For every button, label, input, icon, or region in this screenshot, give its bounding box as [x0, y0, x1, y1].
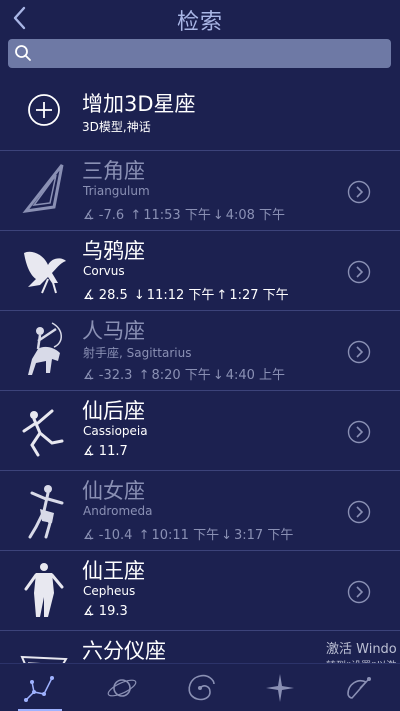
andromeda-figure-icon [28, 485, 64, 539]
header-bar: 检索 [0, 0, 400, 36]
set-time: 3:17 下午 [234, 528, 294, 543]
constellation-name: 六分仪座 [82, 639, 166, 663]
list-item[interactable]: 人马座 射手座, Sagittarius ∡ -32.3 ↑ 8:20 下午 ↓ 4:… [0, 310, 400, 390]
chevron-right-circle-icon[interactable] [347, 580, 371, 604]
chevron-right-circle-icon[interactable] [347, 500, 371, 524]
rise-time: 10:11 下午 [151, 528, 220, 543]
list-item[interactable]: 乌鸦座 Corvus ∡ 28.5 ↓ 11:12 下午 ↑ 1:27 下午 [0, 230, 400, 310]
altitude-icon: ∡ [83, 604, 95, 619]
constellation-latin-name: Corvus [83, 264, 125, 278]
chevron-right-circle-icon[interactable] [347, 420, 371, 444]
constellation-name: 仙女座 [82, 479, 145, 503]
constellation-latin-name: Cepheus [83, 584, 136, 598]
altitude-value: -7.6 [98, 208, 125, 223]
altitude-icon: ∡ [83, 368, 95, 383]
rise-time: 11:53 下午 [143, 208, 211, 223]
constellation-list: 三角座 Triangulum ∡ -7.6 ↑ 11:53 下午 ↓ 4:08 下午 … [0, 150, 400, 710]
altitude-icon: ∡ [83, 208, 95, 223]
list-item[interactable]: 三角座 Triangulum ∡ -7.6 ↑ 11:53 下午 ↓ 4:08 下午 [0, 150, 400, 230]
add-3d-constellation-item[interactable]: 增加3D星座 3D模型,神话 [0, 72, 400, 150]
cassiopeia-figure-icon [22, 409, 64, 457]
set-arrow-icon: ↓ [212, 368, 224, 383]
constellation-name: 人马座 [82, 319, 145, 343]
constellation-latin-name: 射手座, Sagittarius [83, 346, 192, 360]
altitude-icon: ∡ [83, 288, 95, 303]
rise-time: 8:20 下午 [151, 368, 211, 383]
altitude-value: -32.3 [98, 368, 133, 383]
triangulum-figure-icon [22, 164, 64, 214]
list-item[interactable]: 仙后座 Cassiopeia ∡ 11.7 [0, 390, 400, 470]
set-arrow-icon: ↓ [133, 288, 145, 303]
constellation-info: ∡ -10.4 ↑ 10:11 下午 ↓ 3:17 下午 [83, 524, 293, 543]
cepheus-figure-icon [24, 563, 64, 617]
altitude-value: 19.3 [98, 604, 128, 619]
chevron-right-circle-icon[interactable] [347, 180, 371, 204]
set-time: 4:40 上午 [225, 368, 286, 383]
constellation-latin-name: Cassiopeia [83, 424, 148, 438]
search-bar[interactable] [8, 39, 391, 68]
rise-arrow-icon: ↑ [130, 208, 142, 223]
altitude-value: 28.5 [98, 288, 128, 303]
rise-arrow-icon: ↑ [138, 528, 150, 543]
page-title: 检索 [176, 10, 223, 35]
sagittarius-figure-icon [28, 322, 62, 375]
constellation-name: 三角座 [82, 159, 145, 183]
set-arrow-icon: ↓ [221, 528, 232, 543]
constellation-latin-name: Andromeda [83, 504, 153, 518]
constellation-info: ∡ -7.6 ↑ 11:53 下午 ↓ 4:08 下午 [83, 204, 285, 223]
set-time: 1:27 下午 [229, 288, 289, 303]
satellite-icon [347, 677, 371, 699]
constellation-info: ∡ 11.7 [83, 444, 128, 459]
rise-arrow-icon: ↑ [216, 288, 228, 303]
constellation-name: 仙王座 [82, 559, 145, 583]
galaxy-icon [188, 674, 215, 701]
planet-icon [107, 679, 137, 697]
constellation-name: 仙后座 [82, 399, 145, 423]
activation-watermark-title: 激活 Windo [326, 642, 397, 657]
rise-arrow-icon: ↑ [138, 368, 150, 383]
constellation-info: ∡ 19.3 [83, 604, 128, 619]
search-input[interactable] [38, 39, 383, 68]
bottom-tab-bar [0, 663, 400, 711]
rise-time: 11:12 下午 [146, 288, 215, 303]
set-arrow-icon: ↓ [212, 208, 224, 223]
altitude-icon: ∡ [83, 444, 95, 459]
altitude-value: -10.4 [98, 528, 133, 543]
altitude-icon: ∡ [83, 528, 95, 543]
tab-planets[interactable] [104, 670, 140, 706]
list-item[interactable]: 仙女座 Andromeda ∡ -10.4 ↑ 10:11 下午 ↓ 3:17 下午 [0, 470, 400, 550]
chevron-right-circle-icon[interactable] [347, 340, 371, 364]
star-icon [266, 674, 294, 702]
tab-stars[interactable] [262, 670, 298, 706]
constellation-info: ∡ 28.5 ↓ 11:12 下午 ↑ 1:27 下午 [83, 284, 289, 303]
constellation-info: ∡ -32.3 ↑ 8:20 下午 ↓ 4:40 上午 [83, 364, 285, 383]
chevron-right-circle-icon[interactable] [347, 260, 371, 284]
add-item-subtitle: 3D模型,神话 [82, 120, 151, 134]
set-time: 4:08 下午 [225, 208, 286, 223]
constellation-icon [24, 676, 54, 702]
constellation-latin-name: Triangulum [83, 184, 150, 198]
tab-constellations[interactable] [18, 670, 62, 711]
altitude-value: 11.7 [98, 444, 128, 459]
tab-satellites[interactable] [340, 670, 376, 706]
tab-deep-sky[interactable] [182, 670, 218, 706]
constellation-name: 乌鸦座 [82, 239, 145, 263]
search-icon [15, 45, 31, 61]
add-item-title: 增加3D星座 [82, 92, 196, 116]
corvus-figure-icon [24, 251, 66, 294]
plus-circle-icon [28, 94, 60, 126]
list-item[interactable]: 仙王座 Cepheus ∡ 19.3 [0, 550, 400, 630]
